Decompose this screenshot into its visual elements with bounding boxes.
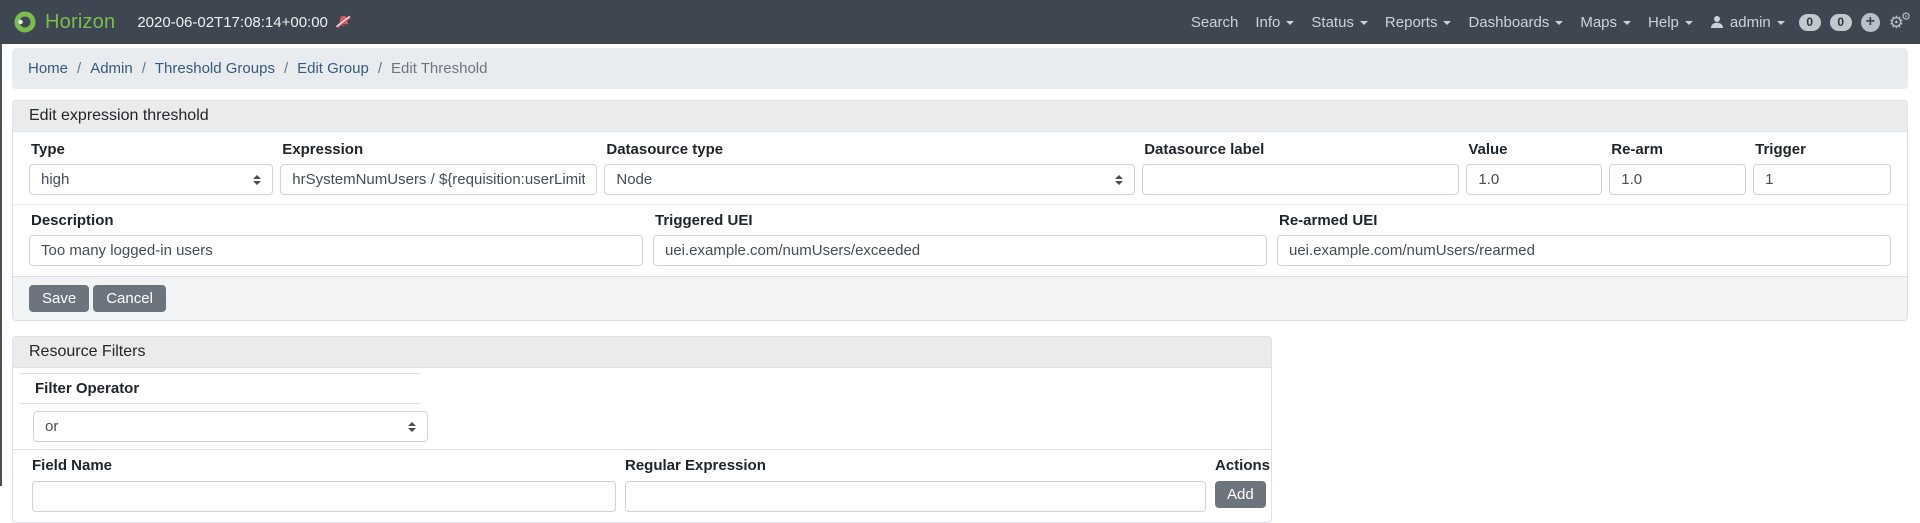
navbar-timestamp: 2020-06-02T17:08:14+00:00	[137, 14, 328, 31]
cogs-icon[interactable]: ⚙⚙	[1889, 14, 1904, 31]
window-edge	[0, 44, 2, 486]
resource-filters-card: Resource Filters Filter Operator or Fiel…	[12, 336, 1272, 523]
opennms-logo-icon[interactable]	[14, 11, 36, 33]
expression-input[interactable]	[280, 164, 597, 195]
caret-down-icon	[1685, 21, 1693, 25]
filter-table: Field Name Regular Expression Actions Ad…	[13, 449, 1271, 512]
breadcrumb-separator: /	[284, 60, 288, 77]
notification-badge-2[interactable]: 0	[1830, 14, 1852, 31]
rearm-input[interactable]	[1609, 164, 1746, 195]
datasource-type-select[interactable]: Node	[604, 164, 1135, 195]
notification-badge-1[interactable]: 0	[1799, 14, 1821, 31]
caret-down-icon	[1777, 21, 1785, 25]
nav-item-info[interactable]: Info	[1255, 14, 1294, 31]
select-updown-icon	[408, 422, 416, 432]
notices-off-icon[interactable]	[336, 14, 351, 30]
breadcrumb-threshold-groups[interactable]: Threshold Groups	[155, 60, 275, 77]
select-updown-icon	[1115, 175, 1123, 185]
rearmed-uei-label: Re-armed UEI	[1279, 212, 1889, 229]
datasource-label-label: Datasource label	[1144, 141, 1457, 158]
plus-circle-icon[interactable]: +	[1861, 13, 1880, 32]
type-select[interactable]: high	[29, 164, 273, 195]
nav-item-admin[interactable]: admin	[1710, 14, 1785, 31]
description-label: Description	[31, 212, 641, 229]
caret-down-icon	[1360, 21, 1368, 25]
nav-item-status[interactable]: Status	[1311, 14, 1368, 31]
rearmed-uei-input[interactable]	[1277, 235, 1891, 266]
resource-filters-title: Resource Filters	[13, 337, 1271, 368]
triggered-uei-label: Triggered UEI	[655, 212, 1265, 229]
actions-column-header: Actions	[1215, 457, 1270, 474]
trigger-input[interactable]	[1753, 164, 1891, 195]
filter-operator-select[interactable]: or	[33, 411, 428, 442]
nav-item-maps[interactable]: Maps	[1580, 14, 1631, 31]
breadcrumb-separator: /	[77, 60, 81, 77]
select-updown-icon	[253, 175, 261, 185]
cancel-button[interactable]: Cancel	[93, 285, 166, 312]
value-label: Value	[1468, 141, 1600, 158]
caret-down-icon	[1286, 21, 1294, 25]
datasource-type-label: Datasource type	[606, 141, 1133, 158]
caret-down-icon	[1555, 21, 1563, 25]
nav-item-dashboards[interactable]: Dashboards	[1468, 14, 1563, 31]
trigger-label: Trigger	[1755, 141, 1889, 158]
caret-down-icon	[1443, 21, 1451, 25]
triggered-uei-input[interactable]	[653, 235, 1267, 266]
nav-item-help[interactable]: Help	[1648, 14, 1693, 31]
value-input[interactable]	[1466, 164, 1602, 195]
user-icon	[1710, 15, 1724, 29]
breadcrumb-edit-group[interactable]: Edit Group	[297, 60, 369, 77]
save-button[interactable]: Save	[29, 285, 89, 312]
breadcrumb-separator: /	[142, 60, 146, 77]
brand-horizon[interactable]: Horizon	[45, 11, 115, 34]
expression-label: Expression	[282, 141, 595, 158]
breadcrumb-home[interactable]: Home	[28, 60, 68, 77]
nav-item-search[interactable]: Search	[1191, 14, 1239, 31]
add-filter-button[interactable]: Add	[1215, 481, 1266, 508]
rearm-label: Re-arm	[1611, 141, 1744, 158]
description-input[interactable]	[29, 235, 643, 266]
breadcrumb: Home / Admin / Threshold Groups / Edit G…	[12, 48, 1908, 89]
breadcrumb-current: Edit Threshold	[391, 60, 487, 77]
card-footer: Save Cancel	[13, 276, 1907, 320]
top-navbar: Horizon 2020-06-02T17:08:14+00:00 Search…	[0, 0, 1920, 44]
caret-down-icon	[1623, 21, 1631, 25]
edit-threshold-card: Edit expression threshold Type high Expr…	[12, 100, 1908, 321]
regex-column-header: Regular Expression	[625, 457, 1206, 474]
navbar-menu: Search Info Status Reports Dashboards Ma…	[1191, 14, 1785, 31]
filter-operator-label: Filter Operator	[20, 373, 420, 404]
type-label: Type	[31, 141, 271, 158]
nav-item-reports[interactable]: Reports	[1385, 14, 1452, 31]
breadcrumb-separator: /	[378, 60, 382, 77]
datasource-label-input[interactable]	[1142, 164, 1459, 195]
card-title: Edit expression threshold	[13, 101, 1907, 132]
breadcrumb-admin[interactable]: Admin	[90, 60, 133, 77]
field-name-column-header: Field Name	[32, 457, 616, 474]
